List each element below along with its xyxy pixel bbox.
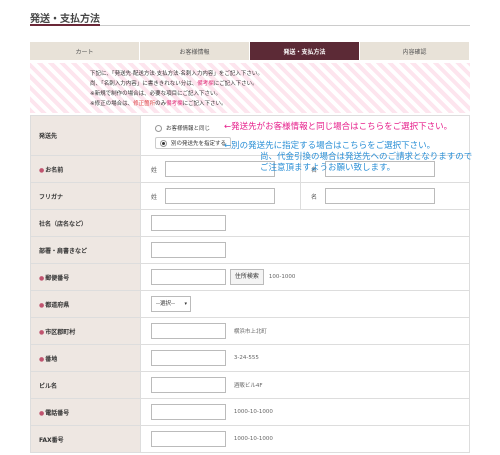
radio-same-label: お客様情報と同じ: [166, 126, 211, 132]
step-shipping-payment[interactable]: 発送・支払方法: [250, 42, 360, 60]
annotation-cod-line-1: 尚、代金引換の場合は発送先へのご請求となりますので: [260, 152, 473, 162]
notice-line-4c: のみ: [155, 101, 167, 107]
department-input[interactable]: [151, 242, 226, 258]
street-hint: 3-24-555: [233, 355, 259, 361]
radio-other-label: 別の発送先を指定する: [171, 141, 227, 147]
notice-line-4a: ※修正の場合は、: [90, 101, 134, 107]
notice-line-4e: にご記入下さい。: [182, 101, 227, 107]
phone-input[interactable]: [151, 404, 226, 420]
zip-hint: 100-1000: [268, 274, 296, 280]
department-label: 部署・肩書きなど: [30, 236, 141, 264]
chevron-down-icon: ▾: [184, 301, 187, 307]
building-label: ビル名: [30, 371, 141, 399]
zip-label: ●郵便番号: [30, 263, 141, 291]
prefecture-label: ●都道府県: [30, 290, 141, 318]
annotation-other-destination: ←別の発送先に指定する場合はこちらをご選択下さい。: [224, 141, 436, 151]
annotation-cod-note: 尚、代金引換の場合は発送先へのご請求となりますので ご注意頂ますようお願い致しま…: [260, 152, 472, 174]
notice-line-2c: にご記入下さい。: [213, 81, 258, 87]
last-name-kana-prefix: 姓: [151, 193, 158, 201]
prefecture-select[interactable]: --選択-- ▾: [151, 296, 191, 312]
zip-input[interactable]: [151, 269, 226, 285]
street-label: ●番地: [30, 344, 141, 372]
last-name-prefix: 姓: [151, 166, 158, 174]
notice-line-2a: 尚、「名刺入力内容」に書ききれない分は、: [90, 81, 198, 87]
fax-label: FAX番号: [30, 425, 141, 453]
step-customer-info[interactable]: お客様情報: [140, 42, 250, 60]
annotation-same-as-customer: ←発送先がお客様情報と同じ場合はこちらをご選択下さい。: [224, 122, 453, 132]
last-name-kana-input[interactable]: [164, 188, 275, 204]
city-input[interactable]: [151, 323, 226, 339]
first-name-kana-input[interactable]: [324, 188, 435, 204]
page-title: 発送・支払方法: [30, 14, 100, 25]
annotation-cod-line-2: ご注意頂ますようお願い致します。: [260, 163, 396, 173]
step-confirm[interactable]: 内容確認: [360, 42, 470, 60]
first-name-kana-prefix: 名: [311, 193, 318, 201]
title-accent-bar: [30, 24, 100, 26]
fax-hint: 1000-10-1000: [233, 436, 273, 442]
fax-input[interactable]: [151, 431, 226, 447]
building-input[interactable]: [151, 377, 226, 393]
notice-remarks-highlight-2: 備考欄: [166, 101, 183, 107]
address-search-button[interactable]: 住所検索: [229, 269, 264, 285]
step-cart[interactable]: カート: [30, 42, 140, 60]
name-label: ●お名前: [30, 155, 141, 183]
phone-hint: 1000-10-1000: [233, 409, 273, 415]
radio-icon[interactable]: [155, 124, 162, 132]
checkout-steps: カート お客様情報 発送・支払方法 内容確認: [30, 42, 470, 60]
notice-line-1: 下記に、「発送先·配送方法·支払方法·名刺入力内容」をご記入下さい。: [90, 71, 263, 77]
notice-remarks-highlight: 備考欄: [197, 81, 214, 87]
last-name-input[interactable]: [164, 161, 275, 177]
company-input[interactable]: [151, 215, 226, 231]
radio-selected-icon[interactable]: [160, 139, 167, 147]
building-hint: 酒販ビル4F: [233, 383, 263, 389]
shipping-destination-label: 発送先: [30, 115, 141, 156]
notice-edit-highlight: 修正箇所: [133, 101, 156, 107]
phone-label: ●電話番号: [30, 398, 141, 426]
radio-other-destination[interactable]: 別の発送先を指定する: [155, 137, 232, 149]
furigana-label: フリガナ: [30, 182, 141, 210]
instructions-notice: 下記に、「発送先·配送方法·支払方法·名刺入力内容」をご記入下さい。 尚、「名刺…: [30, 63, 470, 113]
notice-line-3: ※新規で制作の場合は、必要な項目にご記入下さい。: [90, 91, 222, 97]
city-hint: 横浜市上北町: [233, 329, 267, 335]
company-label: 社名（店名など）: [30, 209, 141, 237]
street-input[interactable]: [151, 350, 226, 366]
city-label: ●市区郡町村: [30, 317, 141, 345]
